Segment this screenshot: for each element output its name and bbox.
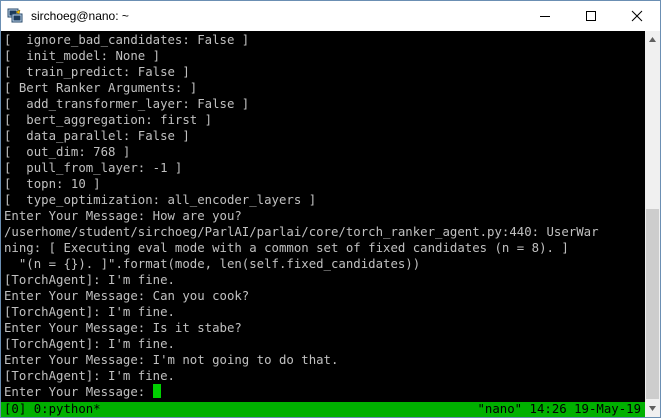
terminal-line: [ train_predict: False ] — [4, 65, 190, 79]
maximize-button[interactable] — [568, 1, 614, 31]
terminal-line: ning: [ Executing eval mode with a commo… — [4, 241, 569, 255]
terminal-line: [TorchAgent]: I'm fine. — [4, 273, 175, 287]
status-window-list[interactable]: [0] 0:python* — [4, 402, 101, 417]
title-bar[interactable]: sirchoeg@nano: ~ — [1, 1, 660, 31]
window-title: sirchoeg@nano: ~ — [31, 9, 129, 23]
scroll-up-button[interactable] — [645, 31, 660, 48]
terminal-line: [ ignore_bad_candidates: False ] — [4, 33, 250, 47]
terminal-prompt: Enter Your Message: — [4, 385, 153, 399]
terminal-line: Enter Your Message: Can you cook? — [4, 289, 250, 303]
terminal-line: [ data_parallel: False ] — [4, 129, 190, 143]
status-host-time: "nano" 14:26 19-May-19 — [477, 402, 642, 416]
terminal-line: Enter Your Message: Is it stabe? — [4, 321, 242, 335]
terminal-line: [ type_optimization: all_encoder_layers … — [4, 193, 317, 207]
terminal-line: [ pull_from_layer: -1 ] — [4, 161, 183, 175]
arrow-down-icon — [649, 406, 656, 411]
terminal-window: sirchoeg@nano: ~ [ ignore_bad_candidates… — [0, 0, 661, 418]
scroll-down-button[interactable] — [645, 400, 660, 417]
terminal-line: [TorchAgent]: I'm fine. — [4, 305, 175, 319]
arrow-up-icon — [649, 37, 656, 42]
terminal-line: [TorchAgent]: I'm fine. — [4, 337, 175, 351]
terminal-line: [ out_dim: 768 ] — [4, 145, 131, 159]
terminal-line: [ topn: 10 ] — [4, 177, 101, 191]
close-icon — [631, 10, 643, 22]
tmux-status-bar: [0] 0:python* "nano" 14:26 19-May-19 — [1, 402, 645, 417]
terminal-line: /userhome/student/sirchoeg/ParlAI/parlai… — [4, 225, 599, 239]
terminal-cursor — [152, 384, 161, 398]
terminal-output[interactable]: [ ignore_bad_candidates: False ] [ init_… — [1, 31, 645, 416]
terminal-line: [ init_model: None ] — [4, 49, 161, 63]
terminal-line: [TorchAgent]: I'm fine. — [4, 369, 175, 383]
minimize-icon — [540, 16, 550, 17]
terminal-line: Enter Your Message: How are you? — [4, 209, 242, 223]
close-button[interactable] — [614, 1, 660, 31]
scrollbar-thumb[interactable] — [646, 209, 659, 399]
terminal-line: [ bert_aggregation: first ] — [4, 113, 213, 127]
minimize-button[interactable] — [522, 1, 568, 31]
terminal-prompt-line[interactable]: Enter Your Message: — [4, 384, 161, 400]
putty-icon[interactable] — [7, 8, 23, 24]
terminal-line: "(n = {}). ]".format(mode, len(self.fixe… — [4, 257, 421, 271]
vertical-scrollbar[interactable] — [645, 31, 660, 417]
terminal-line: [ Bert Ranker Arguments: ] — [4, 81, 198, 95]
terminal-line: Enter Your Message: I'm not going to do … — [4, 353, 339, 367]
maximize-icon — [586, 11, 596, 21]
terminal-line: [ add_transformer_layer: False ] — [4, 97, 250, 111]
